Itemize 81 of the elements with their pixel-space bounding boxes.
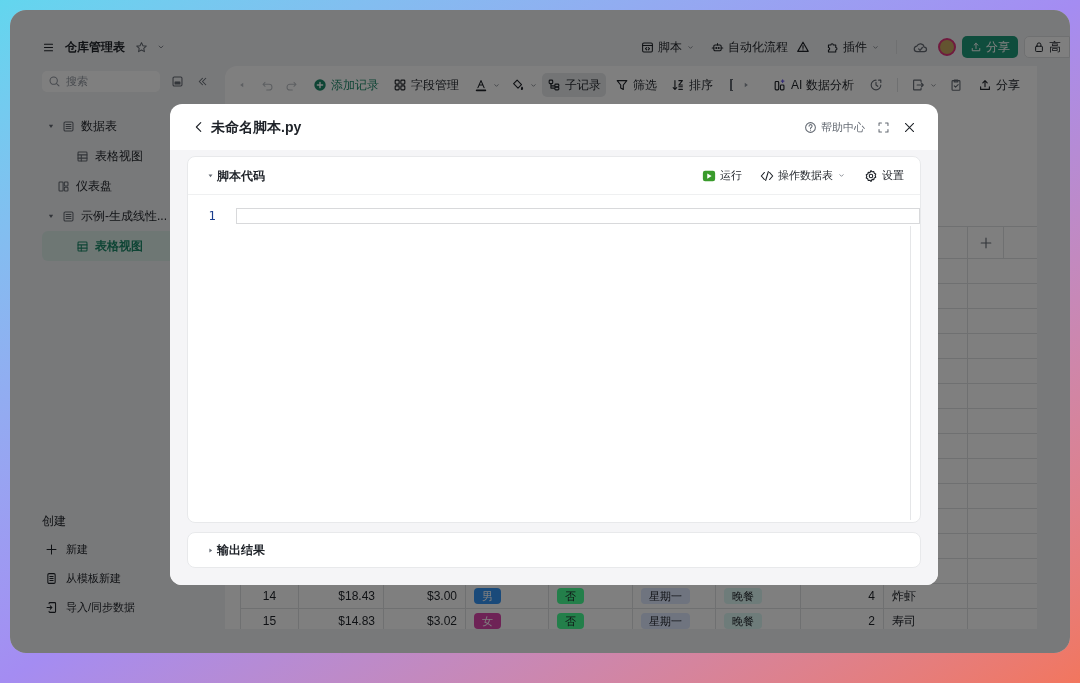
toolbar-button[interactable]: 添加记录 xyxy=(308,73,385,97)
toolbar-menu-button[interactable]: 脚本 xyxy=(641,38,695,56)
clipboard-icon xyxy=(948,78,963,92)
tag: 否 xyxy=(557,588,584,604)
play-icon xyxy=(702,168,716,183)
grid-icon xyxy=(76,239,89,253)
help-icon xyxy=(804,120,817,134)
fullscreen-icon xyxy=(877,120,890,134)
robot-icon xyxy=(711,40,724,54)
table-cell-text: 寿司 xyxy=(892,613,916,629)
toolbar-icon[interactable] xyxy=(729,79,734,91)
toolbar-button[interactable]: 筛选 xyxy=(609,73,662,97)
toolbar-button[interactable]: AI 数据分析 xyxy=(768,73,859,97)
toolbar-menu-button[interactable]: 自动化流程 xyxy=(711,38,788,56)
avatar[interactable] xyxy=(938,38,956,56)
search-icon xyxy=(48,74,61,88)
help-link[interactable]: 帮助中心 xyxy=(804,118,865,136)
hierarchy-icon xyxy=(546,78,561,92)
tag: 星期一 xyxy=(641,613,690,629)
tag: 男 xyxy=(474,588,501,604)
grid-icon xyxy=(393,78,408,92)
expand-arrow-icon xyxy=(206,171,215,180)
add-column-icon xyxy=(978,235,993,250)
table-cell-text: $3.00 xyxy=(426,588,457,605)
share-icon xyxy=(978,78,992,92)
base-title: 仓库管理表 xyxy=(65,39,125,56)
settings-icon xyxy=(864,168,878,183)
export-icon xyxy=(911,78,926,92)
table-cell-text: 2 xyxy=(868,613,875,629)
import-icon xyxy=(45,601,58,614)
section-heading: 创建 xyxy=(42,512,67,530)
document-icon xyxy=(45,572,58,585)
share-icon xyxy=(970,41,982,53)
dashboard-icon xyxy=(57,179,70,193)
close-icon xyxy=(903,120,916,134)
sort-icon xyxy=(670,78,685,92)
warning-icon xyxy=(796,40,810,54)
tag: 女 xyxy=(474,613,501,629)
table-cell-text: $14.83 xyxy=(338,613,375,629)
fill-color-icon xyxy=(510,78,525,92)
table-cell-text: 4 xyxy=(868,588,875,605)
table-cell-text: $18.43 xyxy=(338,588,375,605)
panel-icon xyxy=(171,74,184,88)
toolbar-menu-button[interactable]: 插件 xyxy=(826,38,880,56)
line-number: 1 xyxy=(208,208,216,224)
toolbar-button[interactable]: 字段管理 xyxy=(388,73,465,97)
table-icon xyxy=(62,209,75,223)
toolbar-button[interactable]: 分享 xyxy=(973,73,1025,97)
table-cell-text: 14 xyxy=(262,588,277,605)
chart-icon xyxy=(773,78,788,92)
puzzle-icon xyxy=(826,40,839,54)
panel-action-button[interactable]: 操作数据表 xyxy=(760,167,846,184)
tag: 晚餐 xyxy=(724,613,762,629)
table-cell-text: $3.02 xyxy=(426,613,457,629)
plus-icon xyxy=(45,543,58,556)
table-icon xyxy=(62,119,75,133)
table-cell-text: 炸虾 xyxy=(892,588,916,605)
star-icon xyxy=(135,40,148,54)
panel-action-button[interactable]: 运行 xyxy=(702,167,742,184)
text-color-icon xyxy=(474,78,489,92)
panel-action-button[interactable]: 设置 xyxy=(864,167,904,184)
history-icon xyxy=(868,78,883,92)
lock-button[interactable]: 高 xyxy=(1024,36,1070,58)
create-menu-item[interactable]: 导入/同步数据 xyxy=(42,593,225,622)
grid-icon xyxy=(76,149,89,163)
tag: 否 xyxy=(557,613,584,629)
table-cell-text: 15 xyxy=(262,613,277,629)
share-button[interactable]: 分享 xyxy=(962,36,1018,58)
caret-icon xyxy=(837,171,846,180)
toolbar-button[interactable]: 子记录 xyxy=(541,73,606,97)
filter-icon xyxy=(614,78,629,92)
add-circle-icon xyxy=(313,78,328,92)
code-icon xyxy=(760,168,774,183)
script-icon xyxy=(641,40,654,54)
create-menu-item[interactable]: 从模板新建 xyxy=(42,564,225,593)
tag: 晚餐 xyxy=(724,588,762,604)
toolbar-button[interactable]: 排序 xyxy=(665,73,718,97)
lock-icon xyxy=(1033,41,1045,53)
panel-toggle[interactable]: 输出结果 xyxy=(206,541,265,559)
tag: 星期一 xyxy=(641,588,690,604)
dialog-title: 未命名脚本.py xyxy=(211,117,302,137)
